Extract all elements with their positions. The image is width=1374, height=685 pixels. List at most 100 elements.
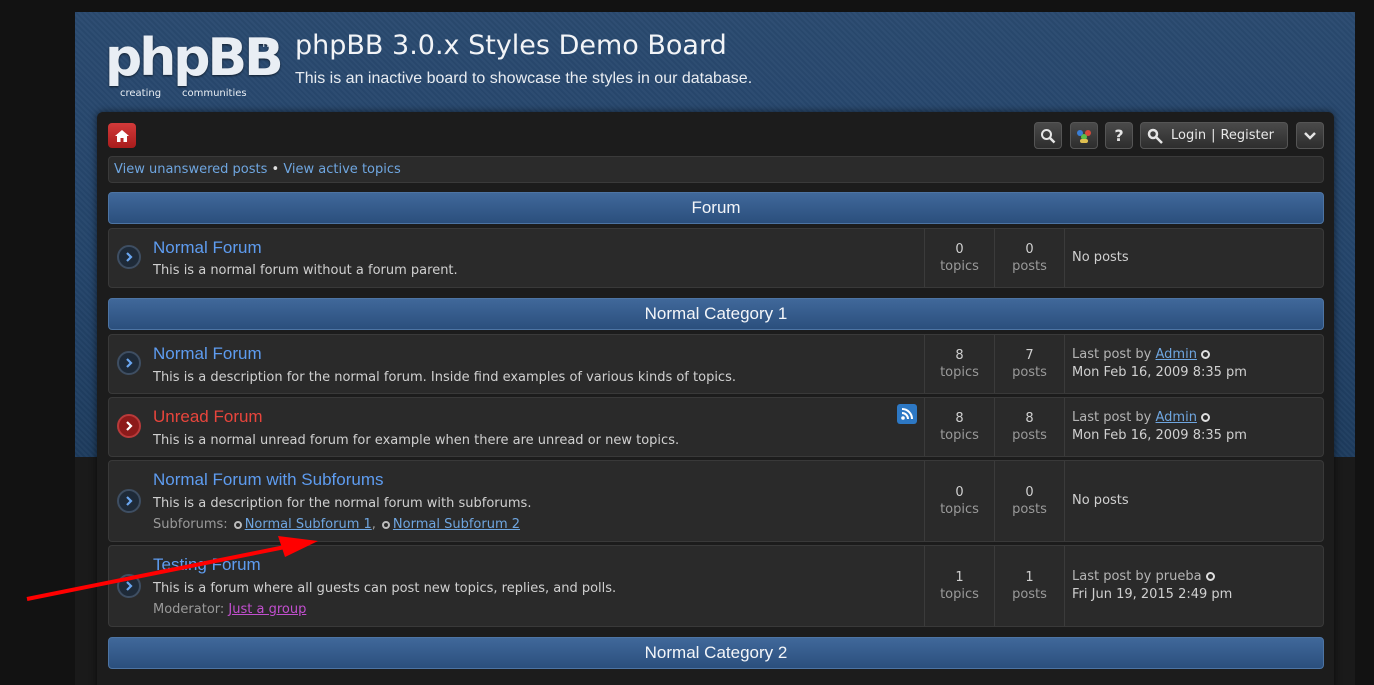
posts-label: posts	[1012, 365, 1047, 380]
forum-description: This is a description for the normal for…	[153, 370, 736, 385]
home-button[interactable]	[108, 123, 136, 148]
topics-count: 1 topics	[924, 546, 994, 626]
subforum-icon	[233, 520, 242, 529]
faq-button[interactable]: ?	[1105, 122, 1133, 149]
forum-title-link[interactable]: Normal Forum	[153, 344, 262, 364]
moderator-group-link[interactable]: Just a group	[228, 602, 306, 617]
subforum-link[interactable]: Normal Subforum 2	[393, 517, 520, 532]
last-post-author-link[interactable]: Admin	[1156, 347, 1197, 362]
forum-title-link[interactable]: Testing Forum	[153, 555, 261, 575]
posts-number: 8	[1025, 411, 1034, 426]
posts-number: 0	[1025, 485, 1034, 500]
moderators-list: Moderator: Just a group	[153, 602, 306, 617]
forum-row: Normal Forum with Subforums This is a de…	[108, 460, 1324, 542]
register-link[interactable]: Register	[1220, 128, 1274, 143]
login-register-button[interactable]: Login | Register	[1140, 122, 1288, 149]
topics-label: topics	[940, 259, 979, 274]
forum-unread-icon	[117, 414, 141, 438]
last-post: Last post by prueba Fri Jun 19, 2015 2:4…	[1064, 546, 1323, 626]
last-post-prefix: Last post by	[1072, 410, 1152, 425]
chevron-down-icon	[1304, 131, 1316, 140]
members-button[interactable]	[1070, 122, 1098, 149]
subforum-link[interactable]: Normal Subforum 1	[245, 517, 372, 532]
forum-row: Unread Forum This is a normal unread for…	[108, 397, 1324, 457]
forum-title-link[interactable]: Unread Forum	[153, 407, 263, 427]
forum-description: This is a normal unread forum for exampl…	[153, 433, 680, 448]
rss-icon	[901, 408, 913, 420]
view-active-topics-link[interactable]: View active topics	[283, 162, 400, 177]
forum-row: Normal Forum This is a description for t…	[108, 334, 1324, 394]
quicklinks-bullet: •	[271, 162, 280, 177]
topics-count: 8 topics	[924, 398, 994, 456]
forum-row: Normal Forum This is a normal forum with…	[108, 228, 1324, 288]
site-logo[interactable]: phpBB TM creating communities	[105, 28, 284, 99]
posts-count: 0 posts	[994, 461, 1064, 541]
logo-wordmark: phpBB	[105, 28, 284, 88]
search-button[interactable]	[1034, 122, 1062, 149]
forum-read-icon	[117, 489, 141, 513]
last-post-author-link[interactable]: Admin	[1156, 410, 1197, 425]
last-post-text: No posts	[1072, 493, 1129, 508]
category-header[interactable]: Forum	[108, 192, 1324, 224]
logo-trademark: TM	[261, 40, 275, 50]
forum-read-icon	[117, 574, 141, 598]
posts-number: 0	[1025, 242, 1034, 257]
forum-description: This is a normal forum without a forum p…	[153, 263, 458, 278]
topics-number: 8	[955, 411, 964, 426]
last-post: No posts	[1064, 229, 1323, 287]
posts-label: posts	[1012, 259, 1047, 274]
quick-links-bar: View unanswered posts • View active topi…	[108, 156, 1324, 183]
login-separator: |	[1211, 128, 1216, 143]
members-icon	[1077, 129, 1091, 143]
posts-count: 0 posts	[994, 229, 1064, 287]
category-header[interactable]: Normal Category 2	[108, 637, 1324, 669]
search-icon	[1041, 128, 1056, 143]
posts-number: 1	[1025, 570, 1034, 585]
logo-tagline-1: creating	[120, 88, 162, 99]
last-post-prefix: Last post by	[1072, 347, 1152, 362]
posts-count: 8 posts	[994, 398, 1064, 456]
help-icon: ?	[1114, 126, 1124, 145]
forum-read-icon	[117, 351, 141, 375]
board-container: ? Login | Register View unanswered posts…	[97, 112, 1334, 685]
collapse-header-button[interactable]	[1296, 122, 1324, 149]
topics-label: topics	[940, 365, 979, 380]
logo-tagline-2: communities	[182, 88, 247, 99]
last-post: Last post by Admin Mon Feb 16, 2009 8:35…	[1064, 335, 1323, 393]
navbar: ? Login | Register	[97, 112, 1334, 156]
last-post-prefix: Last post by prueba	[1072, 569, 1202, 584]
topics-number: 1	[955, 570, 964, 585]
site-title: phpBB 3.0.x Styles Demo Board	[295, 30, 727, 61]
view-latest-post-icon[interactable]	[1205, 572, 1215, 581]
topics-count: 0 topics	[924, 229, 994, 287]
subforums-label: Subforums:	[153, 517, 228, 532]
posts-label: posts	[1012, 428, 1047, 443]
view-latest-post-icon[interactable]	[1200, 350, 1210, 359]
login-link[interactable]: Login	[1171, 128, 1206, 143]
topics-number: 0	[955, 485, 964, 500]
forum-title-link[interactable]: Normal Forum	[153, 238, 262, 258]
forum-title-link[interactable]: Normal Forum with Subforums	[153, 470, 384, 490]
view-latest-post-icon[interactable]	[1200, 413, 1210, 422]
site-header: phpBB TM creating communities phpBB 3.0.…	[75, 12, 1355, 112]
topics-number: 0	[955, 242, 964, 257]
rss-feed-button[interactable]	[897, 404, 917, 424]
forum-read-icon	[117, 245, 141, 269]
last-post-date: Mon Feb 16, 2009 8:35 pm	[1072, 428, 1247, 443]
topics-label: topics	[940, 587, 979, 602]
view-unanswered-link[interactable]: View unanswered posts	[114, 162, 267, 177]
posts-count: 1 posts	[994, 546, 1064, 626]
topics-label: topics	[940, 428, 979, 443]
topics-count: 0 topics	[924, 461, 994, 541]
topics-number: 8	[955, 348, 964, 363]
home-icon	[115, 129, 129, 142]
last-post: No posts	[1064, 461, 1323, 541]
posts-number: 7	[1025, 348, 1034, 363]
site-description: This is an inactive board to showcase th…	[295, 70, 753, 87]
forum-row: Testing Forum This is a forum where all …	[108, 545, 1324, 627]
subforum-separator: ,	[371, 517, 376, 532]
moderator-label: Moderator:	[153, 602, 225, 617]
subforum-icon	[381, 520, 390, 529]
forum-description: This is a forum where all guests can pos…	[153, 581, 617, 596]
category-header[interactable]: Normal Category 1	[108, 298, 1324, 330]
